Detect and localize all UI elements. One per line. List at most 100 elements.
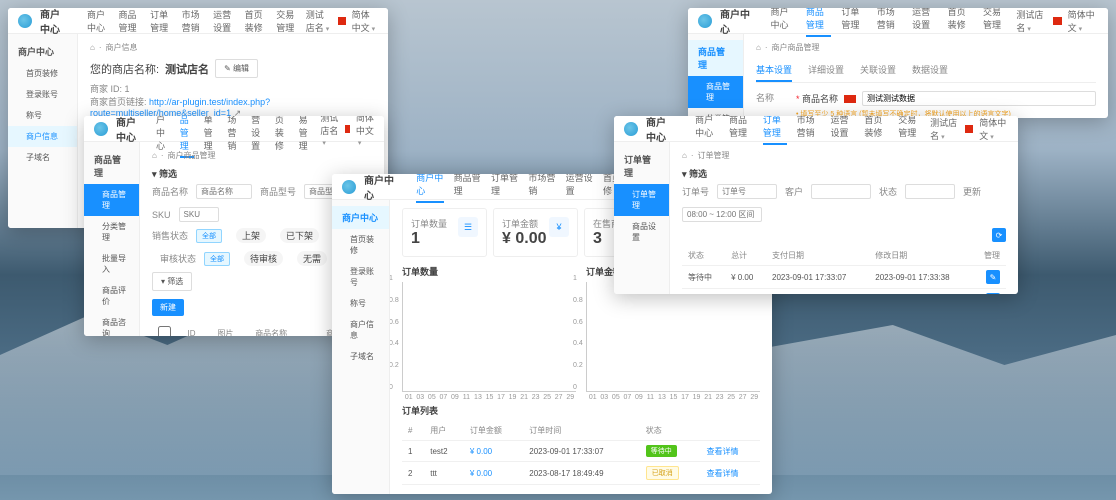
- view-link[interactable]: 查看详情: [707, 469, 739, 478]
- tag-onsale[interactable]: 上架: [236, 228, 266, 243]
- sidebar-item-category[interactable]: 分类管理: [84, 216, 139, 248]
- store-dropdown[interactable]: 测试店名: [1016, 8, 1046, 34]
- filter-button[interactable]: ▾ 筛选: [152, 272, 192, 291]
- home-icon[interactable]: [682, 151, 687, 160]
- store-name-label: 您的商店名称:: [90, 61, 159, 77]
- table-row[interactable]: 1 test2 ¥ 0.00 2023-09-01 17:33:07 等待中 查…: [402, 441, 760, 462]
- tab-relation[interactable]: 关联设置: [860, 59, 896, 82]
- filter-caption[interactable]: ▾ 筛选: [682, 167, 1006, 180]
- f-name-input[interactable]: [196, 184, 252, 199]
- product-name-input[interactable]: [862, 91, 1096, 106]
- nav-marketing[interactable]: 市场营销: [528, 174, 555, 203]
- tag-none[interactable]: 无需: [297, 251, 327, 266]
- nav-operation[interactable]: 运营设置: [912, 8, 937, 37]
- nav-order[interactable]: 订单管理: [491, 174, 518, 203]
- sidebar-item-homepage[interactable]: 首页装修: [8, 63, 77, 84]
- f-sku-input[interactable]: [179, 207, 219, 222]
- nav-user-center[interactable]: 商户中心: [87, 8, 109, 34]
- edit-button[interactable]: ✎ 编辑: [215, 59, 258, 78]
- sidebar-item-title[interactable]: 称号: [332, 293, 389, 314]
- nav-trade[interactable]: 交易管理: [898, 116, 922, 145]
- flag-icon: [844, 95, 856, 103]
- sidebar-root[interactable]: 商品管理: [84, 148, 139, 184]
- tag-all2[interactable]: 全部: [204, 252, 230, 266]
- edit-row-button[interactable]: ✎: [986, 270, 1000, 284]
- refresh-button[interactable]: ⟳: [992, 228, 1006, 242]
- nav-order[interactable]: 订单管理: [841, 8, 866, 37]
- table-row[interactable]: 2 ttt ¥ 0.00 2023-08-17 18:49:49 已取消 查看详…: [402, 462, 760, 485]
- sidebar-item-subdomain[interactable]: 子域名: [332, 346, 389, 367]
- store-name-value: 测试店名: [165, 61, 209, 77]
- f-date-input[interactable]: [682, 207, 762, 222]
- nav-product[interactable]: 商品管理: [119, 8, 141, 34]
- f-orderno-input[interactable]: [717, 184, 777, 199]
- name-section-label: 名称: [756, 91, 786, 104]
- sidebar-root[interactable]: 商品管理: [688, 40, 743, 76]
- nav-page[interactable]: 首页装修: [948, 8, 973, 37]
- store-dropdown[interactable]: 测试店名: [306, 8, 332, 34]
- home-icon[interactable]: [756, 43, 761, 52]
- col-idx: #: [402, 421, 424, 441]
- store-dropdown[interactable]: 测试店名: [930, 116, 959, 142]
- sidebar-title[interactable]: 商户中心: [332, 206, 389, 229]
- home-icon[interactable]: [152, 151, 157, 160]
- sidebar-item-login[interactable]: 登录账号: [8, 84, 77, 105]
- kpi-orders: 订单数量 1 ☰: [402, 208, 487, 257]
- col-paytime: 支付日期: [766, 246, 869, 266]
- sidebar-item-import[interactable]: 批量导入: [84, 248, 139, 280]
- sidebar-item-product-setting[interactable]: 商品设置: [614, 216, 669, 248]
- nav-operation[interactable]: 运营设置: [213, 8, 235, 34]
- nav-page[interactable]: 首页装修: [245, 8, 267, 34]
- sidebar-item-consult[interactable]: 商品咨询: [84, 312, 139, 336]
- sidebar-item-merchant-info[interactable]: 商户信息: [8, 126, 77, 147]
- nav-order[interactable]: 订单管理: [763, 116, 787, 145]
- nav-trade[interactable]: 交易管理: [983, 8, 1008, 37]
- table-row[interactable]: 已取消 ¥ 0.00 2023-08-17 18:49:49 2023-08-1…: [682, 289, 1006, 295]
- edit-row-button[interactable]: ✎: [986, 293, 1000, 294]
- sidebar-root[interactable]: 订单管理: [614, 148, 669, 184]
- nav-trade[interactable]: 交易管理: [276, 8, 298, 34]
- tab-basic[interactable]: 基本设置: [756, 59, 792, 82]
- sidebar-item-product[interactable]: 商品管理: [84, 184, 139, 216]
- nav-marketing[interactable]: 市场营销: [877, 8, 902, 37]
- flag-icon: [1053, 17, 1062, 25]
- tag-pending[interactable]: 待审核: [244, 251, 283, 266]
- add-button[interactable]: 新建: [152, 299, 184, 316]
- nav-marketing[interactable]: 市场营销: [182, 8, 204, 34]
- nav-marketing[interactable]: 市场营销: [797, 116, 821, 145]
- lang-dropdown[interactable]: 简体中文: [979, 116, 1008, 142]
- nav-user-center[interactable]: 商户中心: [416, 174, 443, 203]
- sidebar-item-title[interactable]: 称号: [8, 105, 77, 126]
- tab-data[interactable]: 数据设置: [912, 59, 948, 82]
- lang-dropdown[interactable]: 简体中文: [352, 8, 378, 34]
- sidebar-item-homepage[interactable]: 首页装修: [332, 229, 389, 261]
- nav-product[interactable]: 商品管理: [454, 174, 481, 203]
- sidebar-item-product[interactable]: 商品管理: [688, 76, 743, 108]
- nav-operation[interactable]: 运营设置: [831, 116, 855, 145]
- tab-detail[interactable]: 详细设置: [808, 59, 844, 82]
- nav-order[interactable]: 订单管理: [150, 8, 172, 34]
- sidebar-item-order[interactable]: 订单管理: [614, 184, 669, 216]
- sidebar-item-subdomain[interactable]: 子域名: [8, 147, 77, 168]
- nav-user-center[interactable]: 商户中心: [770, 8, 795, 37]
- status-badge: 已取消: [646, 466, 679, 480]
- url-label: 商家首页链接:: [90, 97, 147, 107]
- f-status-input[interactable]: [905, 184, 955, 199]
- lang-dropdown[interactable]: 简体中文: [1068, 8, 1098, 34]
- select-all-checkbox[interactable]: [158, 326, 171, 336]
- sidebar-item-merchant-info[interactable]: 商户信息: [332, 314, 389, 346]
- view-link[interactable]: 查看详情: [707, 447, 739, 456]
- table-row[interactable]: 等待中 ¥ 0.00 2023-09-01 17:33:07 2023-09-0…: [682, 266, 1006, 289]
- f-orderno-label: 订单号: [682, 185, 709, 198]
- f-user-input[interactable]: [811, 184, 871, 199]
- nav-user-center[interactable]: 商户中心: [695, 116, 719, 145]
- nav-page[interactable]: 首页装修: [864, 116, 888, 145]
- home-icon[interactable]: [90, 43, 95, 52]
- nav-operation[interactable]: 运营设置: [566, 174, 593, 203]
- tag-all[interactable]: 全部: [196, 229, 222, 243]
- nav-product[interactable]: 商品管理: [729, 116, 753, 145]
- tag-offsale[interactable]: 已下架: [280, 228, 319, 243]
- sidebar-item-review[interactable]: 商品评价: [84, 280, 139, 312]
- nav-product[interactable]: 商品管理: [806, 8, 831, 37]
- sidebar-item-login[interactable]: 登录账号: [332, 261, 389, 293]
